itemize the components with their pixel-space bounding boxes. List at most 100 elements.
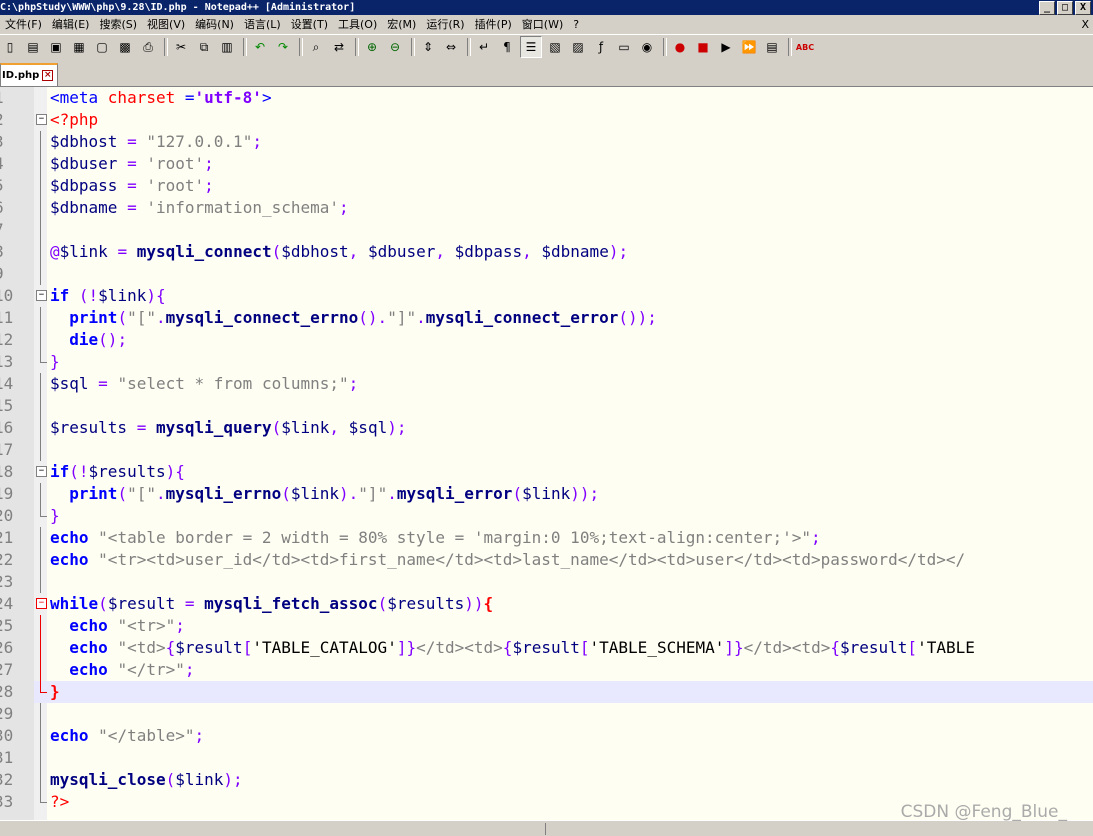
copy-icon[interactable]: ⧉: [194, 37, 214, 57]
undo-icon[interactable]: ↶: [250, 37, 270, 57]
user-lang-icon[interactable]: ▧: [545, 37, 565, 57]
code-line[interactable]: 31: [0, 747, 1093, 769]
folder-workspace-icon[interactable]: ▭: [614, 37, 634, 57]
code-line[interactable]: 28}: [0, 681, 1093, 703]
sync-h-icon[interactable]: ⇔: [441, 37, 461, 57]
code-line[interactable]: 17: [0, 439, 1093, 461]
code-line[interactable]: 26 echo "<td>{$result['TABLE_CATALOG']}<…: [0, 637, 1093, 659]
replace-icon[interactable]: ⇄: [329, 37, 349, 57]
code-line[interactable]: 30 echo "</table>";: [0, 725, 1093, 747]
code-line[interactable]: 29: [0, 703, 1093, 725]
code-line[interactable]: 22 echo "<tr><td>user_id</td><td>first_na…: [0, 549, 1093, 571]
code-text: $dbname = 'information_schema';: [50, 197, 349, 219]
show-all-icon[interactable]: ¶: [497, 37, 517, 57]
fold-toggle-icon[interactable]: −: [36, 290, 47, 301]
word-wrap-icon[interactable]: ↵: [474, 37, 494, 57]
spell-check-icon[interactable]: ABC: [795, 37, 815, 57]
open-file-icon[interactable]: ▤: [23, 37, 43, 57]
code-line[interactable]: 8 @$link = mysqli_connect($dbhost, $dbuse…: [0, 241, 1093, 263]
stop-icon[interactable]: ■: [693, 37, 713, 57]
indent-guide-icon[interactable]: ☰: [520, 36, 542, 58]
code-line[interactable]: 27 echo "</tr>";: [0, 659, 1093, 681]
tab-id-php[interactable]: ID.php ×: [0, 63, 59, 86]
code-line[interactable]: 18 −if(!$results){: [0, 461, 1093, 483]
close-document-button[interactable]: X: [1081, 15, 1089, 34]
cut-icon[interactable]: ✂: [171, 37, 191, 57]
sync-v-icon[interactable]: ⇕: [418, 37, 438, 57]
save-icon[interactable]: ▣: [46, 37, 66, 57]
find-icon[interactable]: ⌕: [306, 37, 326, 57]
doc-map-icon[interactable]: ▨: [568, 37, 588, 57]
close-window-button[interactable]: X: [1075, 1, 1091, 15]
menu-item[interactable]: 编辑(E): [47, 15, 95, 34]
code-editor[interactable]: 1<meta charset ='utf-8'>2−<?php3$dbhost …: [0, 87, 1093, 820]
code-line[interactable]: 24−while($result = mysqli_fetch_assoc($r…: [0, 593, 1093, 615]
fold-toggle-icon[interactable]: −: [36, 114, 47, 125]
function-list-icon[interactable]: ƒ: [591, 37, 611, 57]
minimize-button[interactable]: _: [1039, 1, 1055, 15]
menu-item[interactable]: 搜索(S): [94, 15, 142, 34]
menu-item[interactable]: 视图(V): [142, 15, 190, 34]
menu-item[interactable]: 宏(M): [382, 15, 421, 34]
code-line[interactable]: 1 <meta charset ='utf-8'>: [0, 87, 1093, 109]
code-line[interactable]: 16 $results = mysqli_query($link, $sql);: [0, 417, 1093, 439]
code-line[interactable]: 20}: [0, 505, 1093, 527]
menu-item[interactable]: 窗口(W): [517, 15, 568, 34]
print-icon[interactable]: ⎙: [138, 37, 158, 57]
code-line[interactable]: 23: [0, 571, 1093, 593]
play-icon[interactable]: ▶: [716, 37, 736, 57]
redo-icon[interactable]: ↷: [273, 37, 293, 57]
code-token: $sql: [50, 374, 89, 393]
monitor-icon[interactable]: ◉: [637, 37, 657, 57]
save-all-icon[interactable]: ▦: [69, 37, 89, 57]
code-line[interactable]: 7: [0, 219, 1093, 241]
close-icon[interactable]: ▢: [92, 37, 112, 57]
code-line[interactable]: 2−<?php: [0, 109, 1093, 131]
code-line[interactable]: 21 echo "<table border = 2 width = 80% st…: [0, 527, 1093, 549]
maximize-button[interactable]: □: [1057, 1, 1073, 15]
fold-toggle-icon[interactable]: −: [36, 466, 47, 477]
menu-item[interactable]: 插件(P): [470, 15, 517, 34]
code-line[interactable]: 15: [0, 395, 1093, 417]
code-line[interactable]: 10 −if (!$link){: [0, 285, 1093, 307]
code-line[interactable]: 14 $sql = "select * from columns;";: [0, 373, 1093, 395]
zoom-out-icon[interactable]: ⊖: [385, 37, 405, 57]
code-line[interactable]: 11 print("[".mysqli_connect_errno()."]".…: [0, 307, 1093, 329]
menu-item[interactable]: 运行(R): [421, 15, 469, 34]
code-line[interactable]: 6 $dbname = 'information_schema';: [0, 197, 1093, 219]
window-title: C:\phpStudy\WWW\php\9.28\ID.php - Notepa…: [0, 2, 356, 13]
menu-item[interactable]: 文件(F): [0, 15, 47, 34]
code-line[interactable]: 4 $dbuser = 'root';: [0, 153, 1093, 175]
paste-icon[interactable]: ▥: [217, 37, 237, 57]
window-controls: _ □ X: [1039, 1, 1091, 15]
play-multi-icon[interactable]: ⏩: [739, 37, 759, 57]
code-line[interactable]: 13}: [0, 351, 1093, 373]
tab-bar: ID.php ×: [0, 59, 1093, 87]
tab-close-icon[interactable]: ×: [42, 70, 54, 81]
close-all-icon[interactable]: ▩: [115, 37, 135, 57]
menu-item[interactable]: ?: [568, 15, 584, 34]
code-line[interactable]: 9: [0, 263, 1093, 285]
fold-toggle-icon[interactable]: −: [36, 598, 47, 609]
code-line[interactable]: 25 echo "<tr>";: [0, 615, 1093, 637]
fold-guide: [40, 241, 41, 263]
code-line[interactable]: 5 $dbpass = 'root';: [0, 175, 1093, 197]
menu-item[interactable]: 工具(O): [333, 15, 382, 34]
menu-item[interactable]: 设置(T): [286, 15, 333, 34]
code-token: ));: [570, 484, 600, 503]
new-file-icon[interactable]: ▯: [0, 37, 20, 57]
code-token: (: [117, 484, 128, 503]
menu-item[interactable]: 语言(L): [239, 15, 286, 34]
code-line[interactable]: 32 mysqli_close($link);: [0, 769, 1093, 791]
menu-item[interactable]: 编码(N): [190, 15, 239, 34]
line-number: 24: [0, 594, 14, 613]
code-line[interactable]: 12 die();: [0, 329, 1093, 351]
record-icon[interactable]: ●: [670, 37, 690, 57]
save-macro-icon[interactable]: ▤: [762, 37, 782, 57]
code-line[interactable]: 3 $dbhost = "127.0.0.1";: [0, 131, 1093, 153]
code-token: ;: [348, 374, 359, 393]
code-line[interactable]: 19 print("[".mysqli_errno($link)."]".mys…: [0, 483, 1093, 505]
zoom-in-icon[interactable]: ⊕: [362, 37, 382, 57]
